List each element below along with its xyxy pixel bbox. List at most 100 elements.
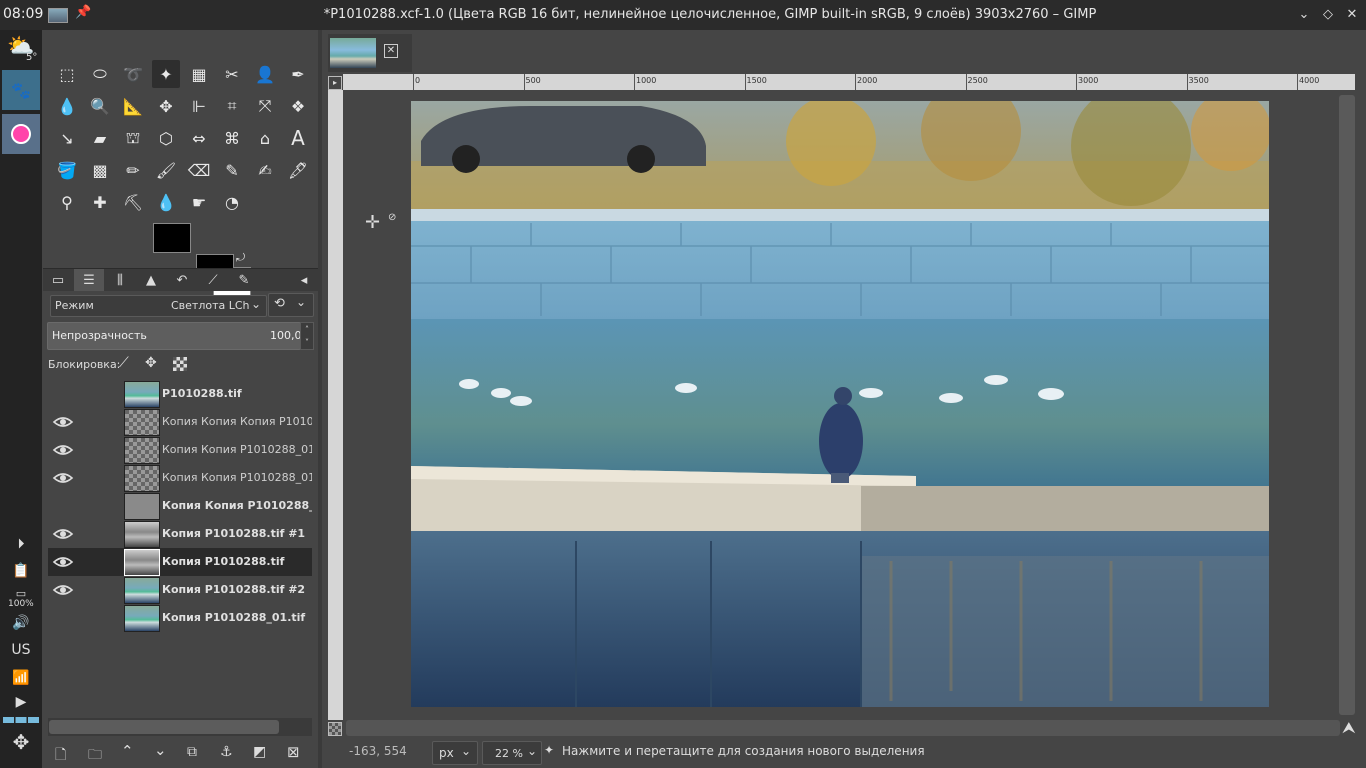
clipboard-icon[interactable]: 📋: [0, 563, 42, 579]
layer-row[interactable]: Копия Копия Копия P1010288: [48, 408, 312, 436]
unit-combo[interactable]: px ⌄: [432, 741, 478, 765]
layer-row[interactable]: Копия P1010288.tif: [48, 548, 312, 576]
airbrush-icon[interactable]: ✎: [218, 156, 246, 184]
minimize-icon[interactable]: ⌄: [1296, 7, 1312, 23]
composite-mode-combo[interactable]: ⟲ ⌄: [268, 293, 314, 317]
pin-icon[interactable]: 📌: [75, 5, 91, 20]
cage-transform-icon[interactable]: ⛫: [119, 124, 147, 152]
paths-icon[interactable]: ✒: [284, 60, 312, 88]
wifi-icon[interactable]: 📶: [0, 670, 42, 686]
seamless-clone-icon[interactable]: ⌂: [251, 124, 279, 152]
vertical-ruler[interactable]: [328, 90, 343, 720]
new-layer-icon[interactable]: 🗋: [55, 744, 66, 768]
expand-arrow-icon[interactable]: ▶: [0, 694, 42, 710]
clone-icon[interactable]: ⚲: [53, 188, 81, 216]
vertical-scrollbar[interactable]: [1339, 95, 1355, 715]
mask-layer-icon[interactable]: ◩: [253, 744, 266, 760]
blur-icon[interactable]: 💧: [152, 188, 180, 216]
layer-row[interactable]: Копия P1010288.tif #2: [48, 576, 312, 604]
handle-transform-icon[interactable]: ⌘: [218, 124, 246, 152]
horizontal-ruler[interactable]: 0 500 1000 1500 2000 2500 3000 3500 4000: [343, 74, 1355, 90]
taskbar-gimp-icon[interactable]: 🐾: [2, 70, 40, 110]
image-tab[interactable]: ✕: [328, 34, 412, 72]
text-icon[interactable]: A: [284, 124, 312, 152]
layer-row[interactable]: P1010288.tif: [48, 380, 312, 408]
quickmask-corner-icon[interactable]: ▸: [328, 76, 342, 90]
horizontal-scrollbar[interactable]: [346, 720, 1340, 736]
taskbar-app-icon[interactable]: [2, 114, 40, 154]
measure-icon[interactable]: 📐: [119, 92, 147, 120]
workspace-indicator[interactable]: [3, 717, 39, 723]
foreground-select-icon[interactable]: 👤: [251, 60, 279, 88]
image-canvas[interactable]: [411, 101, 1269, 707]
move-icon[interactable]: ✥: [152, 92, 180, 120]
foreground-color[interactable]: [153, 223, 191, 253]
rotate-icon[interactable]: ↘: [53, 124, 81, 152]
navigate-corner-icon[interactable]: [328, 722, 342, 736]
media-play-icon[interactable]: ⏵: [0, 536, 42, 552]
raise-layer-icon[interactable]: ⌃: [121, 742, 134, 760]
layer-row[interactable]: Копия Копия P1010288_01.t: [48, 492, 312, 520]
flip-icon[interactable]: ⇔: [185, 124, 213, 152]
layers-hscroll[interactable]: [48, 718, 312, 736]
opacity-slider[interactable]: Непрозрачность 100,0: [47, 322, 302, 350]
paintbrush-icon[interactable]: 🖌: [152, 156, 180, 184]
anchor-layer-icon[interactable]: ⚓: [220, 744, 233, 760]
eye-icon[interactable]: [52, 526, 74, 542]
duplicate-layer-icon[interactable]: ⧉: [187, 744, 197, 760]
rect-select-icon[interactable]: ⬚: [53, 60, 81, 88]
eye-icon[interactable]: [52, 414, 74, 430]
unified-transform-icon[interactable]: ⤧: [251, 92, 279, 120]
navigate-arrow-icon[interactable]: ⮝: [1342, 718, 1356, 738]
app-launcher-icon[interactable]: ✥: [0, 730, 42, 754]
tab-undo-icon[interactable]: ↶: [167, 269, 197, 291]
lock-position-icon[interactable]: ✥: [145, 355, 157, 371]
pencil-icon[interactable]: ✏: [119, 156, 147, 184]
zoom-combo[interactable]: 22 % ⌄: [482, 741, 542, 765]
eye-icon[interactable]: [52, 442, 74, 458]
ellipse-select-icon[interactable]: ⬭: [86, 60, 114, 88]
perspective-clone-icon[interactable]: ⛏: [119, 188, 147, 216]
opacity-spin-buttons[interactable]: ˄ ˅: [300, 322, 314, 350]
lock-alpha-icon[interactable]: [173, 357, 187, 371]
gradient-icon[interactable]: ▩: [86, 156, 114, 184]
eye-icon[interactable]: [52, 582, 74, 598]
swap-colors-icon[interactable]: ⤾: [236, 251, 245, 265]
close-tab-icon[interactable]: ✕: [384, 44, 398, 58]
dodge-burn-icon[interactable]: ◔: [218, 188, 246, 216]
crop-icon[interactable]: ⌗: [218, 92, 246, 120]
heal-icon[interactable]: ✚: [86, 188, 114, 216]
tab-channels-icon[interactable]: ⫼: [105, 269, 135, 291]
layer-row[interactable]: Копия Копия P1010288_01.tif: [48, 436, 312, 464]
layer-row[interactable]: Копия P1010288.tif #1: [48, 520, 312, 548]
tab-histogram-icon[interactable]: ▲: [136, 269, 166, 291]
close-icon[interactable]: ✕: [1344, 7, 1360, 23]
tab-layers-icon[interactable]: ☰: [74, 269, 104, 291]
keyboard-layout[interactable]: US: [0, 642, 42, 658]
fuzzy-select-icon[interactable]: ✦: [152, 60, 180, 88]
ink-icon[interactable]: ✍: [251, 156, 279, 184]
layer-row[interactable]: Копия P1010288_01.tif: [48, 604, 312, 632]
smudge-icon[interactable]: ☛: [185, 188, 213, 216]
lower-layer-icon[interactable]: ⌄: [154, 741, 167, 759]
color-picker-icon[interactable]: 💧: [53, 92, 81, 120]
perspective-icon[interactable]: ⬡: [152, 124, 180, 152]
align-icon[interactable]: ⊩: [185, 92, 213, 120]
bucket-fill-icon[interactable]: 🪣: [53, 156, 81, 184]
mypaint-brush-icon[interactable]: 🖋: [284, 156, 312, 184]
color-select-icon[interactable]: ▦: [185, 60, 213, 88]
shear-icon[interactable]: ▰: [86, 124, 114, 152]
tab-brushes-icon[interactable]: ⟋: [198, 269, 228, 291]
mode-combo[interactable]: Режим Светлота LCh ⌄: [50, 295, 267, 317]
eye-icon[interactable]: [52, 470, 74, 486]
eraser-icon[interactable]: ⌫: [185, 156, 213, 184]
delete-layer-icon[interactable]: ⊠: [287, 743, 300, 761]
volume-icon[interactable]: 🔊: [0, 615, 42, 631]
zoom-icon[interactable]: 🔍: [86, 92, 114, 120]
tab-images-icon[interactable]: ▭: [43, 269, 73, 291]
maximize-icon[interactable]: ◇: [1320, 7, 1336, 23]
dock-menu-icon[interactable]: ◂: [293, 269, 315, 291]
lock-pixels-icon[interactable]: ⟋: [119, 355, 129, 371]
tab-paths-icon[interactable]: ✎: [229, 269, 259, 291]
new-layer-group-icon[interactable]: 🗀: [88, 744, 102, 768]
